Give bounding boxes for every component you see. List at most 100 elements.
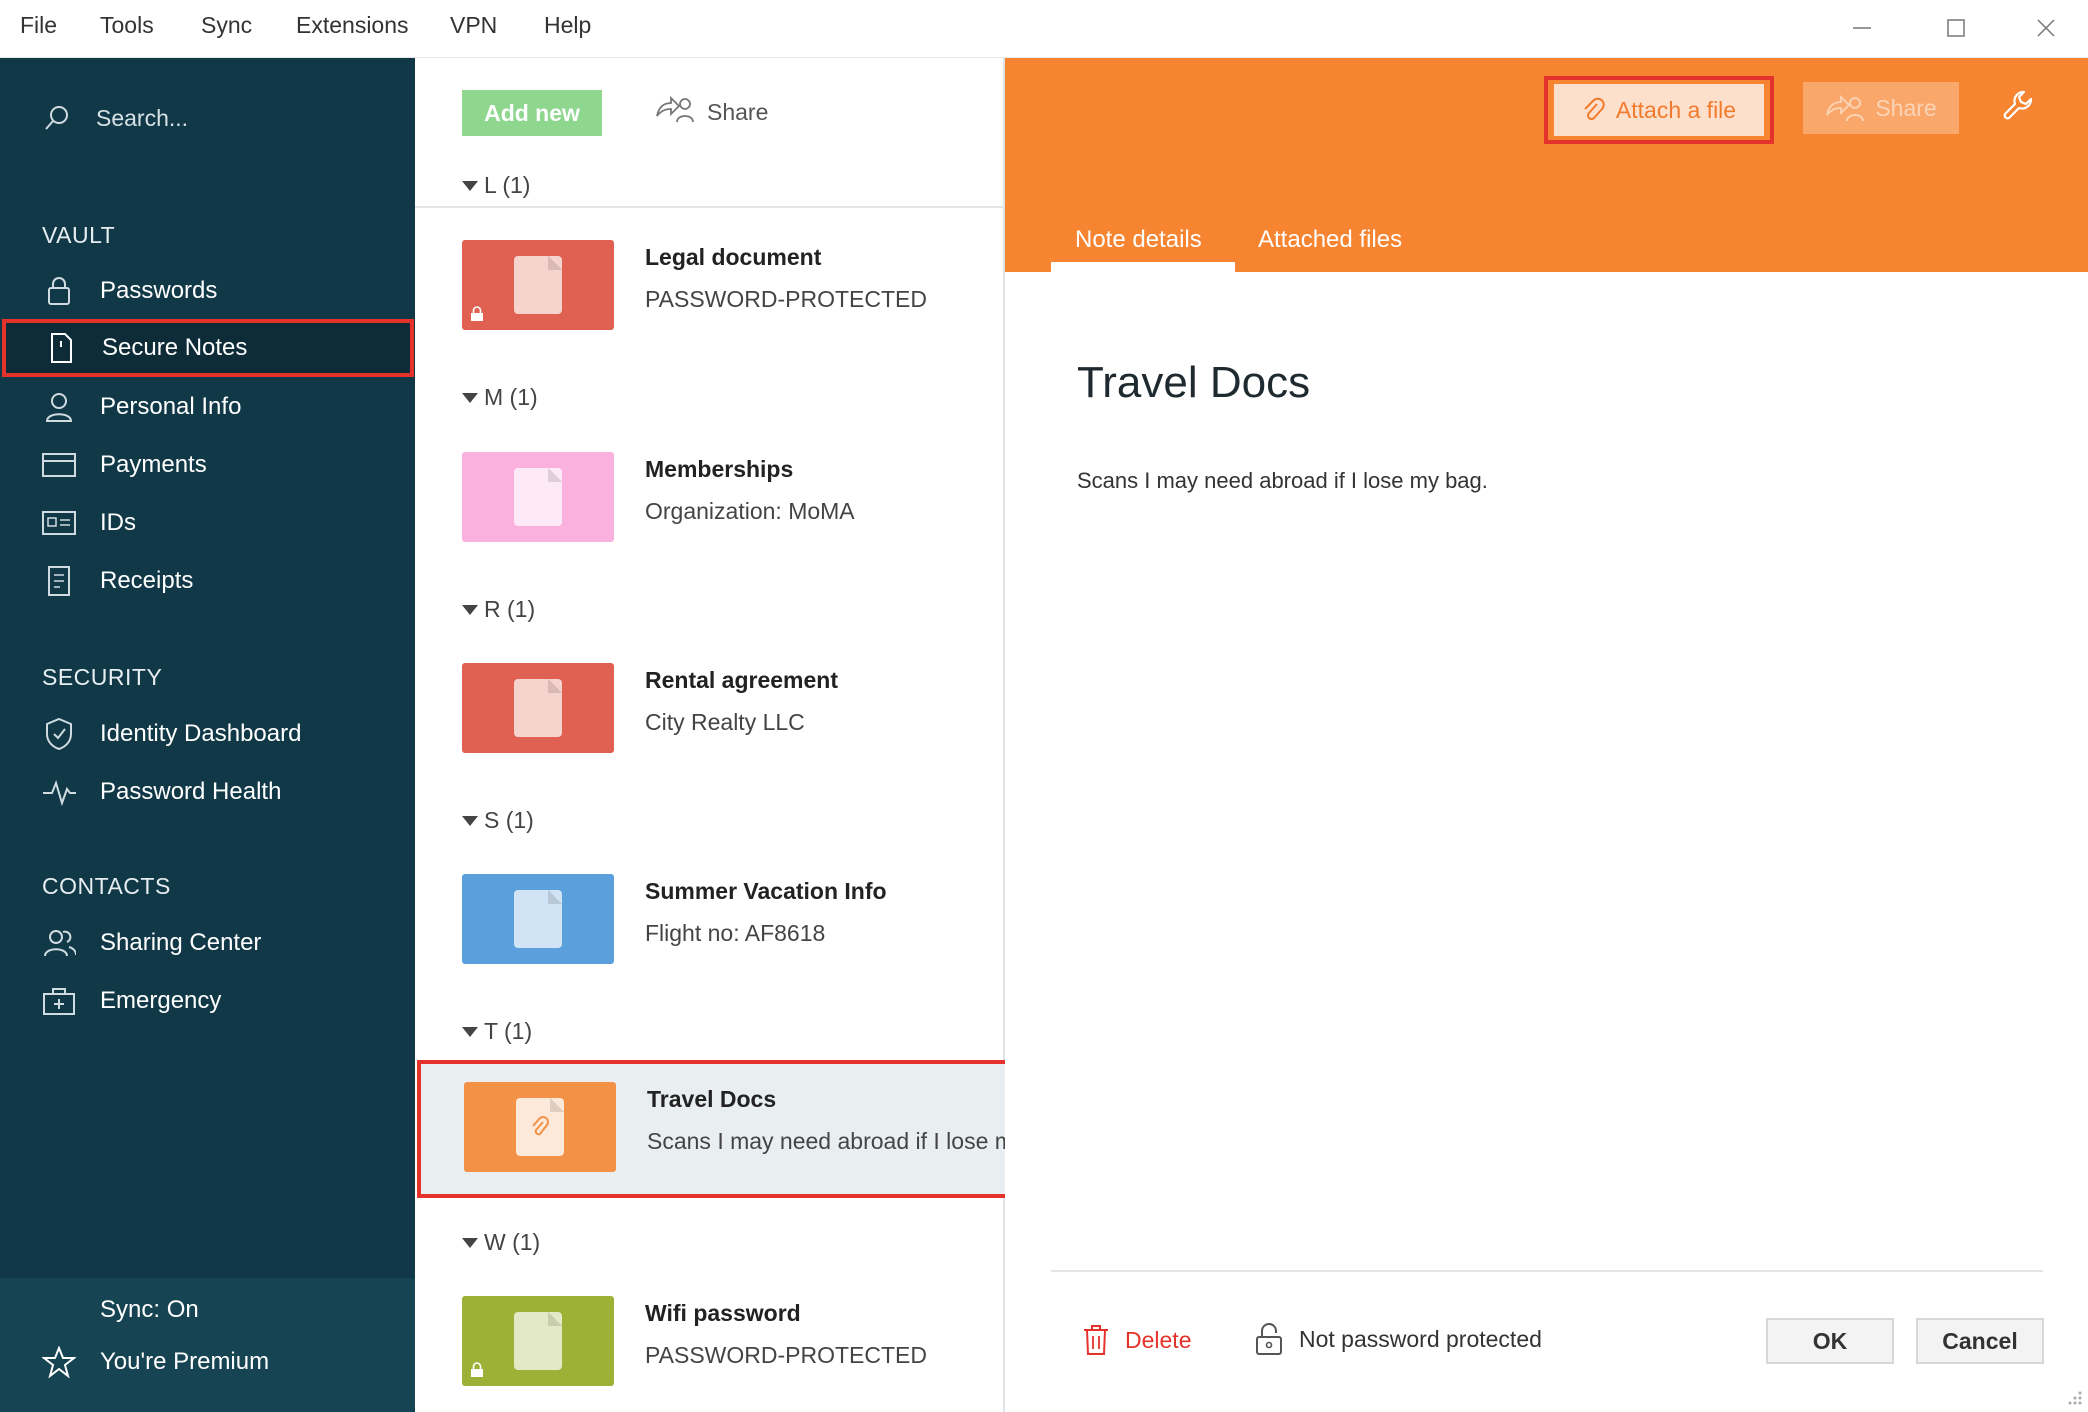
sidebar-item-personal-info[interactable]: Personal Info (0, 378, 415, 436)
note-detail-panel: Attach a file Share Note details Attache… (1005, 58, 2088, 1412)
group-header-label: L (1) (484, 172, 531, 198)
password-protection-toggle[interactable]: Not password protected (1255, 1322, 1542, 1356)
group-header-r[interactable]: R (1) (462, 596, 535, 623)
add-new-button[interactable]: Add new (462, 90, 602, 136)
section-security: SECURITY (42, 664, 163, 690)
sidebar-item-ids[interactable]: IDs (0, 494, 415, 552)
menu-extensions[interactable]: Extensions (296, 12, 409, 39)
note-subtitle: Organization: MoMA (645, 498, 855, 524)
maximize-button[interactable] (1934, 8, 1978, 48)
note-row-travel-docs[interactable]: Travel Docs Scans I may need abroad if I… (417, 1060, 1009, 1198)
menu-vpn[interactable]: VPN (450, 12, 497, 39)
tab-attached-files[interactable]: Attached files (1258, 226, 1402, 254)
list-share-button[interactable]: Share (655, 94, 768, 130)
menu-bar: File Tools Sync Extensions VPN Help (0, 0, 2088, 58)
menu-sync[interactable]: Sync (201, 12, 252, 39)
sidebar-item-label: Receipts (100, 567, 194, 594)
note-thumbnail (464, 1082, 616, 1172)
menu-tools[interactable]: Tools (100, 12, 154, 39)
share-person-icon (655, 94, 695, 130)
note-icon (44, 331, 78, 365)
group-header-m[interactable]: M (1) (462, 384, 538, 411)
sidebar: Search... VAULT Passwords Secure Notes P… (0, 58, 415, 1412)
chevron-down-icon (462, 1237, 478, 1248)
note-subtitle: City Realty LLC (645, 709, 805, 735)
tab-note-details[interactable]: Note details (1075, 226, 1202, 254)
premium-status[interactable]: You're Premium (42, 1346, 269, 1378)
people-icon (42, 926, 76, 960)
list-share-label: Share (707, 98, 769, 125)
first-aid-icon (42, 984, 76, 1018)
sidebar-item-sharing-center[interactable]: Sharing Center (0, 914, 415, 972)
lock-icon (471, 1362, 483, 1377)
group-header-l[interactable]: L (1) (462, 172, 530, 199)
menu-help[interactable]: Help (544, 12, 591, 39)
note-row-rental-agreement[interactable]: Rental agreement City Realty LLC (415, 641, 1005, 771)
group-header-t[interactable]: T (1) (462, 1018, 532, 1045)
cancel-button[interactable]: Cancel (1916, 1318, 2044, 1364)
delete-label: Delete (1125, 1326, 1192, 1353)
sidebar-item-passwords[interactable]: Passwords (0, 262, 415, 320)
group-header-s[interactable]: S (1) (462, 807, 534, 834)
sidebar-footer: Sync: On You're Premium (0, 1278, 415, 1412)
sidebar-search[interactable]: Search... (42, 100, 188, 136)
sidebar-item-secure-notes[interactable]: Secure Notes (2, 319, 414, 377)
delete-button[interactable]: Delete (1083, 1324, 1191, 1356)
note-thumbnail (462, 452, 614, 542)
note-row-wifi-password[interactable]: Wifi password PASSWORD-PROTECTED (415, 1274, 1005, 1404)
page-icon (514, 890, 562, 948)
pulse-icon (42, 775, 76, 809)
trash-icon (1084, 1325, 1108, 1355)
detail-share-button[interactable]: Share (1803, 82, 1959, 134)
minimize-button[interactable] (1840, 8, 1884, 48)
section-contacts: CONTACTS (42, 873, 171, 899)
sidebar-item-label: Emergency (100, 987, 222, 1014)
sidebar-item-label: IDs (100, 509, 136, 536)
sidebar-item-password-health[interactable]: Password Health (0, 763, 415, 821)
receipt-icon (42, 564, 76, 598)
chevron-down-icon (462, 180, 478, 191)
sidebar-item-emergency[interactable]: Emergency (0, 972, 415, 1030)
ok-button[interactable]: OK (1766, 1318, 1894, 1364)
sidebar-item-payments[interactable]: Payments (0, 436, 415, 494)
sidebar-item-receipts[interactable]: Receipts (0, 552, 415, 610)
chevron-down-icon (462, 815, 478, 826)
lock-icon (42, 274, 76, 308)
menu-file[interactable]: File (20, 12, 57, 39)
sidebar-item-label: Identity Dashboard (100, 720, 302, 747)
premium-label: You're Premium (100, 1348, 270, 1375)
settings-button[interactable] (2000, 86, 2040, 131)
detail-header: Attach a file Share Note details Attache… (1005, 58, 2088, 272)
attach-file-button[interactable]: Attach a file (1554, 84, 1764, 136)
unlock-icon (1256, 1323, 1282, 1355)
close-window-button[interactable] (2024, 8, 2068, 48)
notes-list-panel: Add new Share L (1) Legal document PASSW… (415, 58, 1009, 1412)
lock-icon (471, 306, 483, 321)
sidebar-item-identity-dashboard[interactable]: Identity Dashboard (0, 705, 415, 763)
page-icon (514, 468, 562, 526)
resize-grip-icon[interactable] (2065, 1388, 2083, 1406)
note-title: Legal document (645, 244, 822, 270)
group-header-label: M (1) (484, 384, 538, 410)
attach-file-label: Attach a file (1615, 96, 1737, 123)
note-thumbnail (462, 663, 614, 753)
note-row-memberships[interactable]: Memberships Organization: MoMA (415, 430, 1005, 560)
chevron-down-icon (462, 1026, 478, 1037)
person-icon (42, 390, 76, 424)
note-body[interactable]: Scans I may need abroad if I lose my bag… (1077, 468, 1488, 494)
group-header-label: W (1) (484, 1229, 541, 1255)
sidebar-item-label: Password Health (100, 778, 282, 805)
group-header-label: S (1) (484, 807, 534, 833)
share-person-icon (1826, 94, 1865, 122)
shield-icon (42, 717, 76, 751)
sidebar-item-label: Passwords (100, 277, 218, 304)
group-header-w[interactable]: W (1) (462, 1229, 540, 1256)
note-row-legal-document[interactable]: Legal document PASSWORD-PROTECTED (415, 218, 1005, 348)
attach-file-highlight: Attach a file (1544, 76, 1774, 144)
note-row-summer-vacation-info[interactable]: Summer Vacation Info Flight no: AF8618 (415, 852, 1005, 982)
note-subtitle: PASSWORD-PROTECTED (645, 286, 927, 312)
sidebar-item-label: Secure Notes (102, 334, 248, 361)
group-header-label: T (1) (484, 1018, 533, 1044)
sync-status[interactable]: Sync: On (100, 1296, 199, 1324)
note-title: Memberships (645, 456, 794, 482)
